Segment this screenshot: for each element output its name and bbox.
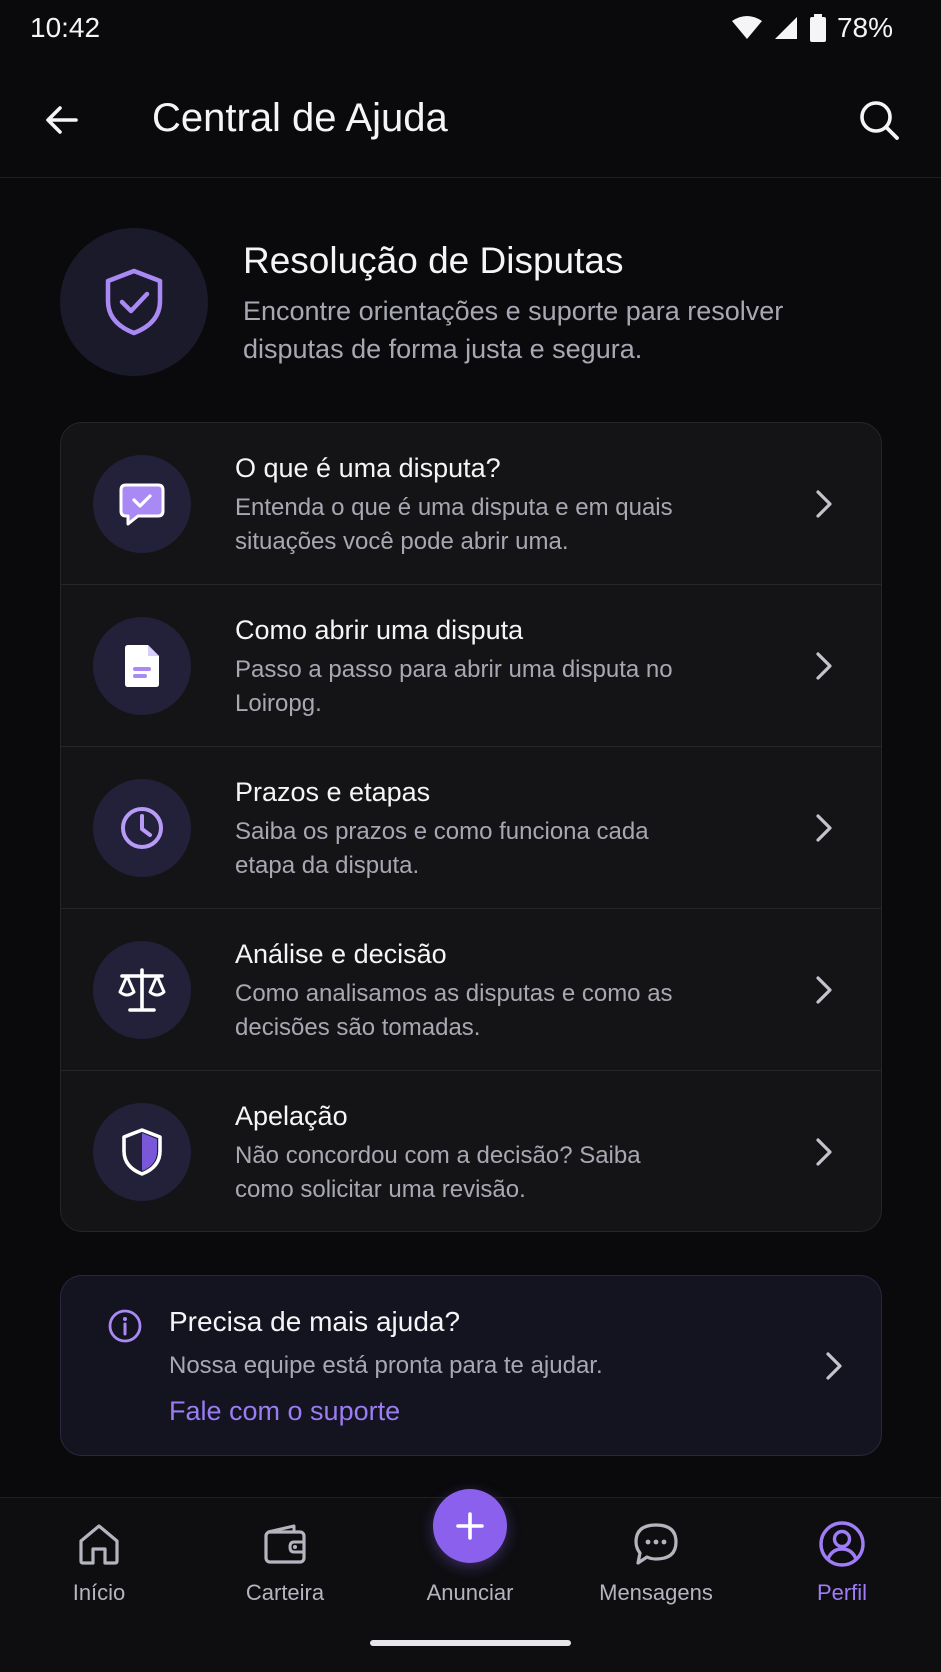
help-description: Nossa equipe está pronta para te ajudar. bbox=[169, 1352, 603, 1379]
info-icon bbox=[108, 1309, 142, 1343]
back-button[interactable] bbox=[36, 94, 88, 146]
home-indicator[interactable] bbox=[370, 1640, 571, 1646]
scales-icon bbox=[118, 968, 166, 1012]
home-icon bbox=[73, 1518, 125, 1570]
chevron-right-icon bbox=[805, 486, 841, 522]
topic-description: Entenda o que é uma disputa e em quais s… bbox=[235, 494, 673, 555]
user-circle-icon bbox=[816, 1518, 868, 1570]
topic-title: O que é uma disputa? bbox=[235, 453, 501, 483]
signal-icon bbox=[774, 17, 797, 39]
arrow-left-icon bbox=[46, 106, 78, 134]
nav-label: Carteira bbox=[245, 1580, 325, 1605]
help-center-screen: 10:42 78% Central de Ajuda Resolução de … bbox=[0, 0, 941, 1672]
chat-dots-icon bbox=[630, 1518, 682, 1570]
hero-section: Resolução de Disputas Encontre orientaçõ… bbox=[60, 228, 890, 378]
more-help-card[interactable]: Precisa de mais ajuda? Nossa equipe está… bbox=[60, 1275, 882, 1456]
topics-list: O que é uma disputa? Entenda o que é uma… bbox=[60, 422, 882, 1232]
battery-percent: 78% bbox=[836, 12, 893, 43]
nav-item-anunciar[interactable]: Anunciar bbox=[380, 1489, 560, 1628]
nav-label: Início bbox=[72, 1580, 126, 1605]
search-icon bbox=[860, 101, 899, 140]
page-title: Central de Ajuda bbox=[152, 96, 448, 140]
topic-icon-container bbox=[93, 455, 191, 553]
topic-icon-container bbox=[93, 779, 191, 877]
nav-label: Anunciar bbox=[426, 1580, 514, 1605]
topic-analysis-decision[interactable]: Análise e decisão Como analisamos as dis… bbox=[61, 909, 881, 1071]
shield-half-icon bbox=[122, 1128, 162, 1176]
topic-description: Como analisamos as disputas e como as de… bbox=[235, 980, 673, 1041]
document-icon bbox=[125, 645, 159, 687]
topic-how-to-open[interactable]: Como abrir uma disputa Passo a passo par… bbox=[61, 585, 881, 747]
status-bar: 10:42 78% bbox=[0, 0, 941, 56]
clock-icon bbox=[121, 807, 163, 849]
chevron-right-icon bbox=[805, 648, 841, 684]
topic-description: Saiba os prazos e como funciona cada eta… bbox=[235, 818, 649, 879]
wallet-icon bbox=[259, 1518, 311, 1570]
shield-check-icon bbox=[105, 268, 163, 336]
hero-icon-container bbox=[60, 228, 208, 376]
contact-support-link[interactable]: Fale com o suporte bbox=[169, 1396, 400, 1427]
battery-icon bbox=[809, 14, 826, 42]
nav-item-perfil[interactable]: Perfil bbox=[752, 1498, 932, 1628]
topic-what-is-dispute[interactable]: O que é uma disputa? Entenda o que é uma… bbox=[61, 423, 881, 585]
topic-appeal[interactable]: Apelação Não concordou com a decisão? Sa… bbox=[61, 1071, 881, 1231]
topic-title: Como abrir uma disputa bbox=[235, 615, 524, 645]
topic-title: Apelação bbox=[235, 1101, 348, 1131]
help-title: Precisa de mais ajuda? bbox=[169, 1306, 461, 1337]
nav-item-carteira[interactable]: Carteira bbox=[195, 1498, 375, 1628]
create-listing-button[interactable] bbox=[433, 1489, 507, 1563]
plus-icon bbox=[456, 1512, 484, 1540]
nav-item-inicio[interactable]: Início bbox=[9, 1498, 189, 1628]
nav-label: Perfil bbox=[816, 1580, 868, 1605]
topic-title: Análise e decisão bbox=[235, 939, 447, 969]
chevron-right-icon bbox=[815, 1348, 851, 1384]
search-button[interactable] bbox=[853, 94, 905, 146]
hero-title: Resolução de Disputas bbox=[243, 240, 624, 281]
topic-icon-container bbox=[93, 941, 191, 1039]
topic-icon-container bbox=[93, 1103, 191, 1201]
app-bar: Central de Ajuda bbox=[0, 70, 941, 178]
topic-icon-container bbox=[93, 617, 191, 715]
nav-label: Mensagens bbox=[599, 1580, 713, 1605]
hero-description: Encontre orientações e suporte para reso… bbox=[243, 296, 784, 364]
status-time: 10:42 bbox=[30, 12, 101, 43]
topic-description: Não concordou com a decisão? Saiba como … bbox=[235, 1142, 641, 1203]
status-icons: 78% bbox=[731, 12, 893, 44]
chat-bubble-check-icon bbox=[119, 483, 165, 526]
chevron-right-icon bbox=[805, 1134, 841, 1170]
wifi-icon bbox=[731, 16, 762, 39]
topic-description: Passo a passo para abrir uma disputa no … bbox=[235, 656, 673, 717]
topic-deadlines-steps[interactable]: Prazos e etapas Saiba os prazos e como f… bbox=[61, 747, 881, 909]
nav-item-mensagens[interactable]: Mensagens bbox=[566, 1498, 746, 1628]
chevron-right-icon bbox=[805, 810, 841, 846]
topic-title: Prazos e etapas bbox=[235, 777, 431, 807]
chevron-right-icon bbox=[805, 972, 841, 1008]
